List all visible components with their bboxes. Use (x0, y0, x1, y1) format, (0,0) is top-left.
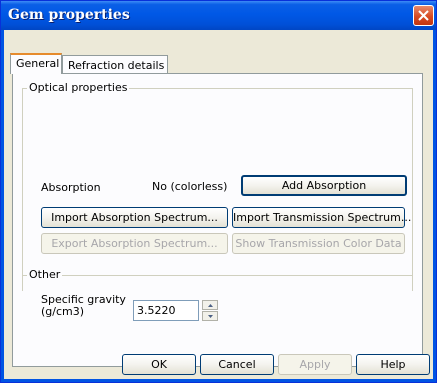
specific-gravity-spinner[interactable] (202, 300, 218, 321)
spin-up-button[interactable] (202, 300, 218, 310)
gem-properties-dialog: Gem properties General Refraction detail… (0, 0, 437, 383)
optical-group-label: Optical properties (27, 81, 130, 94)
help-button[interactable]: Help (356, 354, 430, 375)
other-group-label: Other (27, 268, 63, 281)
ok-button[interactable]: OK (122, 354, 196, 375)
tab-refraction-details[interactable]: Refraction details (62, 55, 168, 74)
tab-panel-general: Optical properties Absorption No (colorl… (12, 73, 423, 367)
export-absorption-spectrum-button[interactable]: Export Absorption Spectrum... (41, 233, 228, 254)
close-icon (418, 10, 429, 21)
absorption-value: No (colorless) (152, 180, 228, 193)
absorption-label: Absorption (41, 181, 101, 194)
close-button[interactable] (413, 5, 434, 26)
title-bar[interactable]: Gem properties (1, 1, 436, 30)
other-group-frame (22, 275, 413, 276)
specific-gravity-unit-label: (g/cm3) (41, 305, 85, 318)
window-title: Gem properties (8, 7, 130, 23)
tab-general[interactable]: General (10, 53, 62, 74)
spin-down-button[interactable] (202, 311, 218, 321)
import-transmission-spectrum-button[interactable]: Import Transmission Spectrum... (232, 207, 411, 228)
tab-refraction-details-label: Refraction details (68, 59, 165, 72)
cancel-button[interactable]: Cancel (200, 354, 274, 375)
show-transmission-color-data-button[interactable]: Show Transmission Color Data (232, 233, 405, 254)
tab-general-label: General (16, 57, 60, 70)
add-absorption-button[interactable]: Add Absorption (241, 175, 407, 196)
apply-button[interactable]: Apply (278, 354, 352, 375)
import-absorption-spectrum-button[interactable]: Import Absorption Spectrum... (41, 207, 228, 228)
arrow-up-icon (208, 304, 213, 307)
arrow-down-icon (208, 315, 213, 318)
dialog-client: General Refraction details Optical prope… (4, 30, 433, 379)
specific-gravity-input[interactable]: 3.5220 (133, 300, 199, 321)
